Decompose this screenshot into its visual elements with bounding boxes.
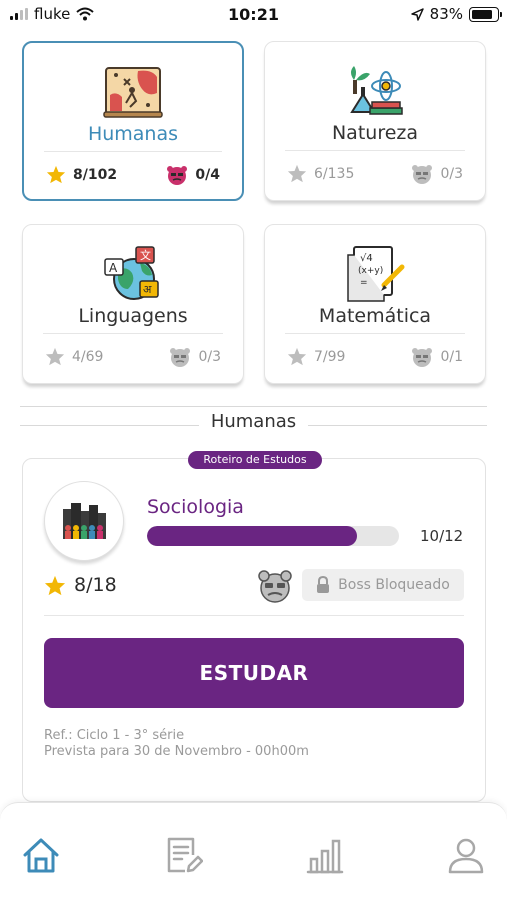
- svg-text:√4: √4: [360, 253, 373, 264]
- city-crowd-icon: [63, 503, 106, 539]
- boss-count-value: 0/4: [195, 167, 220, 183]
- svg-text:文: 文: [140, 248, 151, 262]
- science-icon: [350, 66, 403, 115]
- home-icon: [23, 838, 59, 873]
- boss-count-value: 0/1: [440, 349, 463, 365]
- divider: [285, 333, 465, 334]
- profile-icon: [448, 838, 484, 874]
- progress-bar: [147, 526, 399, 546]
- star-count: 6/135: [287, 164, 354, 183]
- boss-locked-label: Boss Bloqueado: [338, 577, 450, 593]
- nav-stats[interactable]: [303, 833, 347, 877]
- study-star-value: 8/18: [74, 574, 117, 596]
- boss-locked-status: Boss Bloqueado: [302, 569, 464, 601]
- notes-icon: [167, 837, 203, 873]
- due-date-line: Prevista para 30 de Novembro - 00h00m: [44, 744, 309, 759]
- subject-card-linguagens[interactable]: A 文 अ Linguagens 4/69 0/3: [22, 224, 244, 384]
- divider: [43, 333, 223, 334]
- reference-line: Ref.: Ciclo 1 - 3° série: [44, 728, 185, 743]
- boss-face-icon: [170, 348, 191, 367]
- study-subject-name: Sociologia: [147, 496, 244, 518]
- star-count: 4/69: [45, 347, 103, 366]
- progress-fill: [147, 526, 357, 546]
- languages-globe-icon: A 文 अ: [104, 246, 159, 300]
- boss-count: 0/3: [411, 164, 463, 184]
- roteiro-badge: Roteiro de Estudos: [188, 451, 322, 469]
- star-count-value: 4/69: [72, 348, 104, 365]
- boss-count: 0/1: [411, 347, 463, 367]
- star-icon: [44, 575, 66, 595]
- boss-face-icon: [412, 165, 433, 184]
- boss-count-value: 0/3: [198, 349, 221, 365]
- star-icon: [287, 347, 307, 366]
- star-count-value: 8/102: [73, 166, 118, 183]
- math-paper-icon: √4 (x+y) =: [347, 246, 405, 302]
- divider: [44, 615, 464, 616]
- subject-card-title: Humanas: [87, 123, 179, 145]
- study-button[interactable]: ESTUDAR: [44, 638, 464, 708]
- svg-text:(x+y): (x+y): [358, 266, 383, 276]
- reference-text: Ref.: Ciclo 1 - 3° série Prevista para 3…: [44, 728, 309, 760]
- star-count: 7/99: [287, 347, 345, 366]
- stats-icon: [306, 839, 344, 874]
- boss-face-icon: [167, 166, 188, 185]
- battery-icon: [469, 6, 502, 22]
- svg-text:अ: अ: [143, 283, 152, 296]
- bottom-navigation: [0, 802, 507, 900]
- subject-card-title: Matemática: [318, 305, 432, 327]
- star-count: 8/102: [46, 165, 117, 184]
- subject-card-title: Natureza: [331, 122, 419, 144]
- subject-avatar: [44, 481, 124, 561]
- map-icon: [103, 67, 163, 118]
- svg-text:=: =: [360, 278, 368, 288]
- svg-text:A: A: [109, 261, 118, 275]
- subject-card-natureza[interactable]: Natureza 6/135 0/3: [264, 41, 486, 201]
- nav-notes[interactable]: [161, 833, 205, 877]
- nav-home[interactable]: [19, 833, 63, 877]
- star-count-value: 7/99: [314, 348, 346, 365]
- boss-count-value: 0/3: [440, 166, 463, 182]
- section-header: Humanas: [20, 406, 487, 438]
- status-bar: fluke 10:21 83%: [0, 0, 507, 32]
- location-arrow-icon: [410, 7, 424, 21]
- battery-percent: 83%: [429, 5, 463, 23]
- subject-card-matematica[interactable]: √4 (x+y) = Matemática 7/99 0/1: [264, 224, 486, 384]
- boss-count: 0/4: [166, 165, 220, 185]
- subject-card-title: Linguagens: [78, 305, 188, 327]
- nav-profile[interactable]: [444, 833, 488, 877]
- boss-count: 0/3: [169, 347, 221, 367]
- star-icon: [45, 347, 65, 366]
- boss-face-icon: [412, 348, 433, 367]
- divider: [285, 150, 465, 151]
- star-icon: [287, 164, 307, 183]
- subject-card-humanas[interactable]: Humanas 8/102 0/4: [22, 41, 244, 201]
- study-star-count: 8/18: [44, 574, 117, 596]
- section-title: Humanas: [198, 411, 309, 432]
- star-count-value: 6/135: [314, 165, 355, 182]
- divider: [44, 151, 222, 152]
- lock-icon: [317, 576, 330, 593]
- progress-text: 10/12: [420, 527, 464, 545]
- boss-face-icon: [258, 570, 292, 603]
- star-icon: [46, 165, 66, 184]
